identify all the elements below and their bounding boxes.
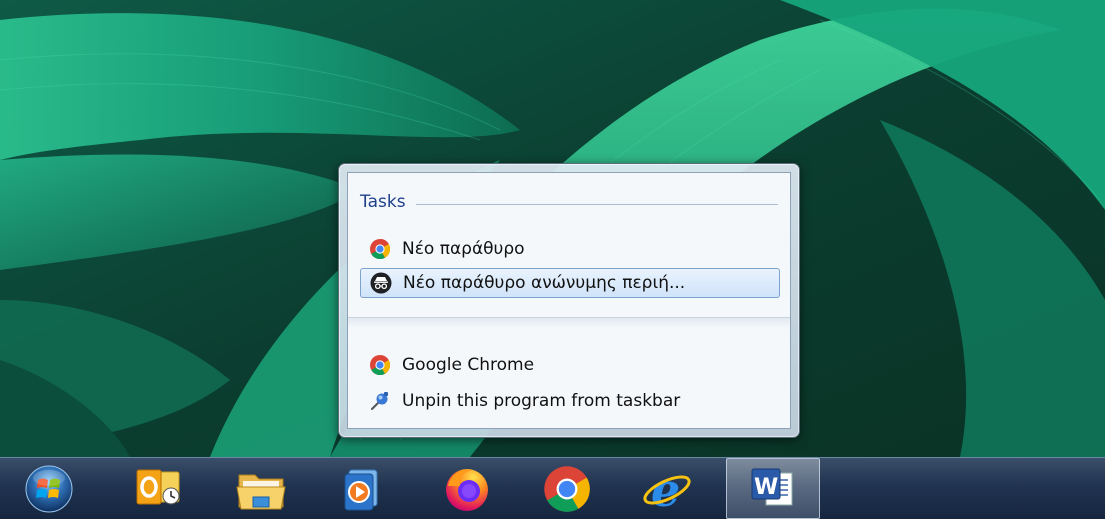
program-google-chrome[interactable]: Google Chrome (360, 350, 780, 380)
taskbar-media-player[interactable] (322, 458, 400, 519)
taskbar-firefox[interactable] (428, 458, 506, 519)
unpin-from-taskbar-label: Unpin this program from taskbar (402, 391, 681, 411)
jump-list-separator (348, 317, 790, 328)
windows-start-orb-icon (25, 465, 73, 513)
outlook-icon (136, 469, 180, 504)
taskbar-file-explorer[interactable] (222, 458, 300, 519)
chrome-icon (368, 237, 392, 261)
word-icon: W (751, 468, 793, 505)
tasks-header-divider (416, 204, 778, 205)
start-button[interactable] (24, 464, 74, 514)
taskbar-outlook[interactable] (120, 458, 198, 519)
folder-icon (236, 474, 286, 509)
task-new-incognito-window-label: Νέο παράθυρο ανώνυμης περιή... (403, 273, 686, 293)
program-google-chrome-label: Google Chrome (402, 355, 535, 375)
task-new-incognito-window[interactable]: Νέο παράθυρο ανώνυμης περιή... (360, 268, 780, 298)
media-player-icon (344, 469, 378, 510)
task-new-window-label: Νέο παράθυρο (402, 239, 525, 259)
unpin-from-taskbar[interactable]: Unpin this program from taskbar (360, 386, 780, 416)
jump-list-panel: Tasks Νέο παράθυρο Νέο παράθυρο ανώνυμης… (347, 172, 791, 429)
chrome-icon (544, 465, 590, 512)
incognito-icon (369, 271, 393, 295)
svg-text:e: e (651, 464, 680, 514)
taskbar-chrome[interactable] (528, 458, 606, 519)
ie-icon: e (643, 464, 691, 514)
firefox-icon (446, 468, 488, 511)
taskbar-word[interactable]: W (726, 458, 820, 519)
task-new-window[interactable]: Νέο παράθυρο (360, 234, 780, 264)
unpin-icon (368, 389, 392, 413)
chrome-icon (368, 353, 392, 377)
taskbar: e W (0, 457, 1105, 519)
jump-list-menu: Tasks Νέο παράθυρο Νέο παράθυρο ανώνυμης… (338, 163, 800, 438)
svg-text:W: W (754, 475, 778, 500)
taskbar-internet-explorer[interactable]: e (628, 458, 706, 519)
tasks-header: Tasks (360, 192, 406, 212)
